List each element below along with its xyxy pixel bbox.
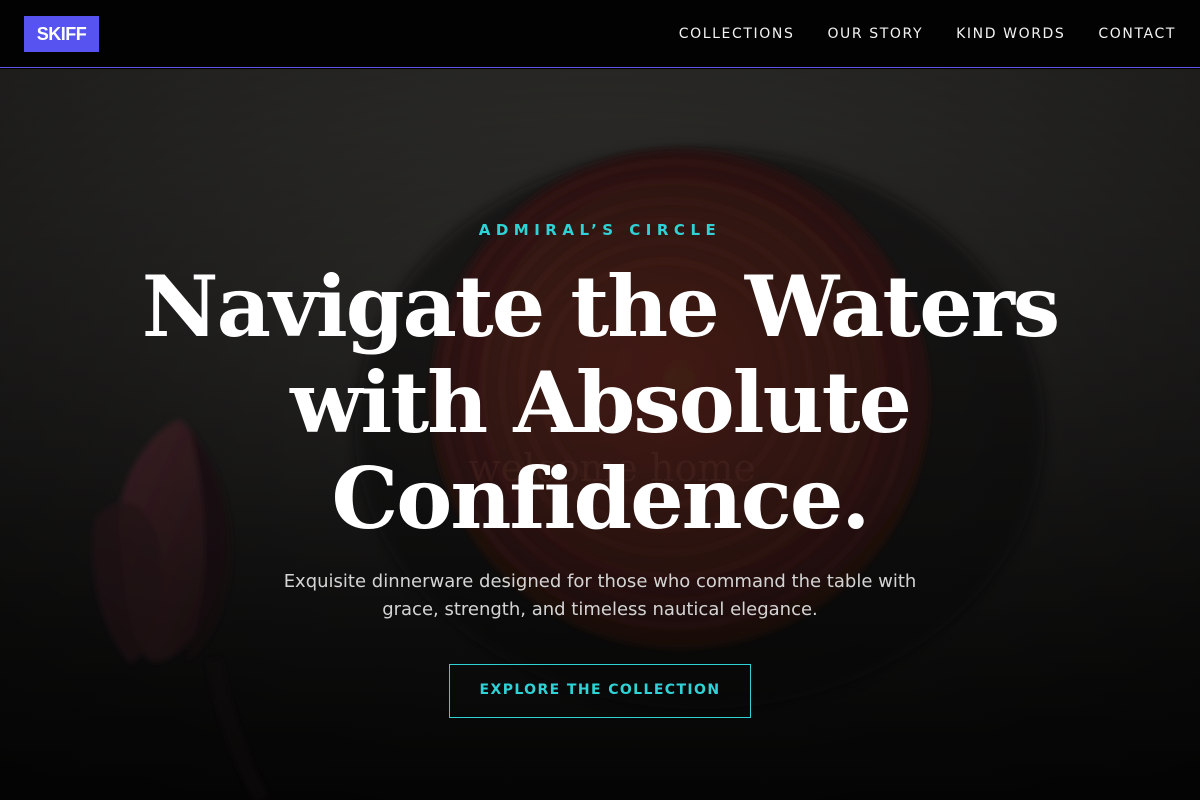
- nav-link-contact[interactable]: CONTACT: [1098, 26, 1176, 42]
- explore-collection-button[interactable]: EXPLORE THE COLLECTION: [449, 664, 751, 718]
- main-nav: COLLECTIONS OUR STORY KIND WORDS CONTACT: [646, 0, 1176, 68]
- hero-headline: Navigate the Waters with Absolute Confid…: [141, 257, 1060, 548]
- nav-link-collections[interactable]: COLLECTIONS: [679, 26, 795, 42]
- top-navbar: SKIFF COLLECTIONS OUR STORY KIND WORDS C…: [0, 0, 1200, 68]
- hero-eyebrow: ADMIRAL’S CIRCLE: [478, 221, 722, 239]
- hero-content: ADMIRAL’S CIRCLE Navigate the Waters wit…: [0, 69, 1200, 800]
- hero-subtext: Exquisite dinnerware designed for those …: [283, 571, 917, 620]
- nav-link-our-story[interactable]: OUR STORY: [827, 26, 923, 42]
- hero-section: welcome home ADMIRAL’S CIRCLE Navigate t…: [0, 69, 1200, 800]
- nav-link-kind-words[interactable]: KIND WORDS: [956, 26, 1065, 42]
- skiff-logo[interactable]: SKIFF: [24, 16, 99, 52]
